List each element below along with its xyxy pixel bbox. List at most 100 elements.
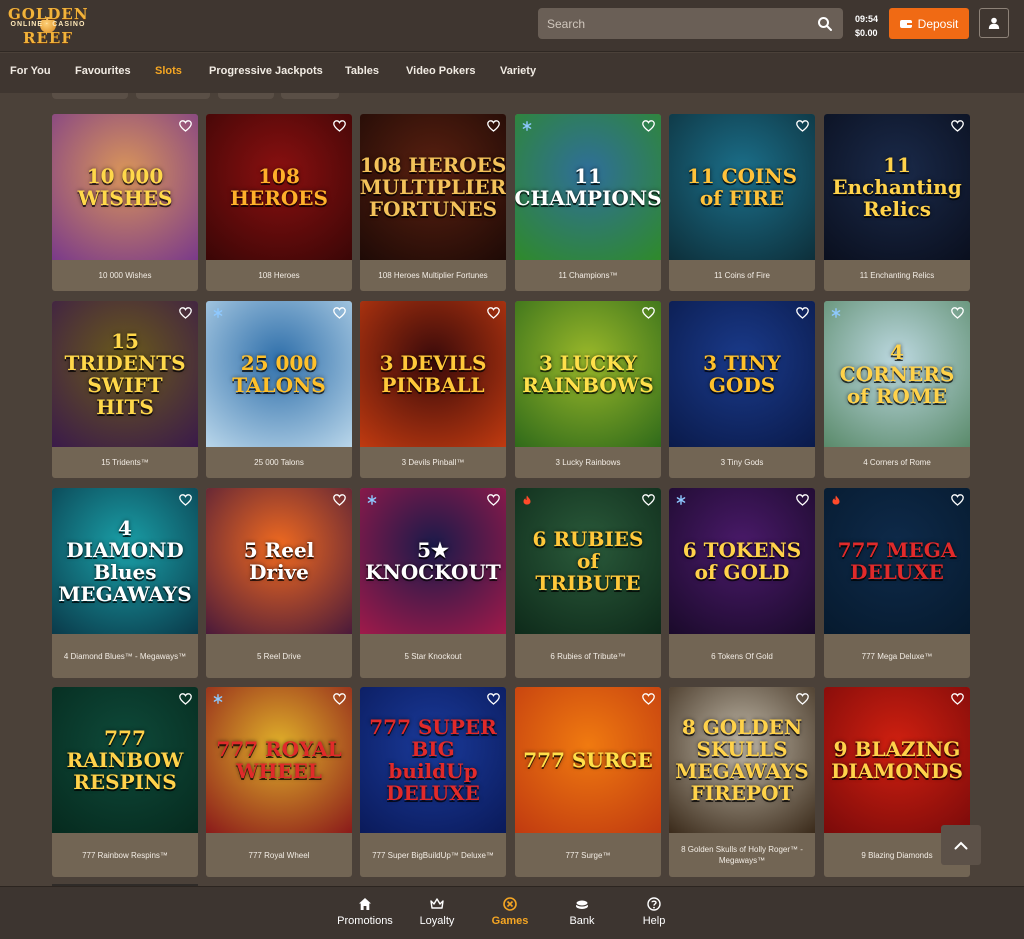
- favourite-heart-icon[interactable]: [642, 494, 655, 506]
- tab-tables[interactable]: Tables: [345, 65, 379, 77]
- favourite-heart-icon[interactable]: [951, 307, 964, 319]
- favourite-heart-icon[interactable]: [796, 693, 809, 705]
- game-thumbnail[interactable]: 3 TINY GODS: [669, 301, 815, 447]
- game-thumbnail[interactable]: 11 Enchanting Relics: [824, 114, 970, 260]
- game-card[interactable]: 5★ KNOCKOUT 5 Star Knockout: [360, 488, 506, 678]
- favourite-heart-icon[interactable]: [487, 693, 500, 705]
- game-card[interactable]: 777 MEGA DELUXE 777 Mega Deluxe™: [824, 488, 970, 678]
- game-thumbnail[interactable]: 777 ROYAL WHEEL: [206, 687, 352, 833]
- game-thumbnail[interactable]: 3 LUCKY RAINBOWS: [515, 301, 661, 447]
- game-thumbnail[interactable]: 4 CORNERS of ROME: [824, 301, 970, 447]
- search-icon[interactable]: [817, 16, 833, 32]
- game-card[interactable]: 777 SUPER BIG buildUp DELUXE 777 Super Bi…: [360, 687, 506, 877]
- logo-text-bottom: REEF: [23, 29, 73, 47]
- game-card[interactable]: 25 000 TALONS 25 000 Talons: [206, 301, 352, 478]
- favourite-heart-icon[interactable]: [796, 494, 809, 506]
- favourite-heart-icon[interactable]: [333, 693, 346, 705]
- favourite-heart-icon[interactable]: [951, 494, 964, 506]
- favourite-heart-icon[interactable]: [333, 307, 346, 319]
- game-card[interactable]: 3 LUCKY RAINBOWS 3 Lucky Rainbows: [515, 301, 661, 478]
- game-thumbnail[interactable]: 777 SURGE: [515, 687, 661, 833]
- favourite-heart-icon[interactable]: [796, 307, 809, 319]
- bottom-nav-help[interactable]: Help: [614, 897, 694, 927]
- tab-variety[interactable]: Variety: [500, 65, 536, 77]
- game-thumbnail[interactable]: 5 Reel Drive: [206, 488, 352, 634]
- game-artwork: 777 ROYAL WHEEL: [206, 687, 352, 833]
- game-thumbnail[interactable]: 10 000 WISHES: [52, 114, 198, 260]
- game-thumbnail[interactable]: 25 000 TALONS: [206, 301, 352, 447]
- filter-chip[interactable]: [281, 93, 339, 99]
- filter-chip[interactable]: [218, 93, 274, 99]
- game-thumbnail[interactable]: 777 SUPER BIG buildUp DELUXE: [360, 687, 506, 833]
- game-card[interactable]: 11 Enchanting Relics 11 Enchanting Relics: [824, 114, 970, 291]
- game-card[interactable]: 777 SURGE 777 Surge™: [515, 687, 661, 877]
- game-card[interactable]: 4 DIAMOND Blues MEGAWAYS 4 Diamond Blues™…: [52, 488, 198, 678]
- game-card[interactable]: 11 CHAMPIONS 11 Champions™: [515, 114, 661, 291]
- game-card[interactable]: 11 COINS of FIRE 11 Coins of Fire: [669, 114, 815, 291]
- game-thumbnail[interactable]: 777 RAINBOW RESPINS: [52, 687, 198, 833]
- game-thumbnail[interactable]: 11 CHAMPIONS: [515, 114, 661, 260]
- game-thumbnail[interactable]: 108 HEROES MULTIPLIER FORTUNES: [360, 114, 506, 260]
- game-thumbnail[interactable]: 777 MEGA DELUXE: [824, 488, 970, 634]
- tab-video-pokers[interactable]: Video Pokers: [406, 65, 476, 77]
- favourite-heart-icon[interactable]: [333, 494, 346, 506]
- favourite-heart-icon[interactable]: [951, 120, 964, 132]
- game-card[interactable]: 4 CORNERS of ROME 4 Corners of Rome: [824, 301, 970, 478]
- game-card[interactable]: 3 TINY GODS 3 Tiny Gods: [669, 301, 815, 478]
- favourite-heart-icon[interactable]: [179, 307, 192, 319]
- deposit-button[interactable]: Deposit: [889, 8, 969, 39]
- favourite-heart-icon[interactable]: [487, 120, 500, 132]
- snowflake-icon: [213, 308, 223, 318]
- game-thumbnail[interactable]: 5★ KNOCKOUT: [360, 488, 506, 634]
- favourite-heart-icon[interactable]: [642, 693, 655, 705]
- favourite-heart-icon[interactable]: [487, 494, 500, 506]
- game-card[interactable]: 777 RAINBOW RESPINS 777 Rainbow Respins™: [52, 687, 198, 877]
- favourite-heart-icon[interactable]: [179, 494, 192, 506]
- game-thumbnail[interactable]: 4 DIAMOND Blues MEGAWAYS: [52, 488, 198, 634]
- game-card[interactable]: 108 HEROES 108 Heroes: [206, 114, 352, 291]
- tab-progressive-jackpots[interactable]: Progressive Jackpots: [209, 65, 323, 77]
- game-card[interactable]: 6 TOKENS of GOLD 6 Tokens Of Gold: [669, 488, 815, 678]
- game-card[interactable]: 15 TRIDENTS SWIFT HITS 15 Tridents™: [52, 301, 198, 478]
- game-title: 11 Coins of Fire: [714, 271, 770, 280]
- game-thumbnail[interactable]: 11 COINS of FIRE: [669, 114, 815, 260]
- game-card[interactable]: 8 GOLDEN SKULLS MEGAWAYS FIREPOT 8 Golden…: [669, 687, 815, 877]
- game-card[interactable]: 6 RUBIES of TRIBUTE 6 Rubies of Tribute™: [515, 488, 661, 678]
- game-thumbnail[interactable]: 108 HEROES: [206, 114, 352, 260]
- game-card[interactable]: 108 HEROES MULTIPLIER FORTUNES 108 Heroes…: [360, 114, 506, 291]
- bottom-nav-loyalty[interactable]: Loyalty: [397, 897, 477, 927]
- tab-for-you[interactable]: For You: [10, 65, 51, 77]
- game-thumbnail[interactable]: 15 TRIDENTS SWIFT HITS: [52, 301, 198, 447]
- game-artwork-title: 10 000 WISHES: [77, 164, 173, 210]
- favourite-heart-icon[interactable]: [796, 120, 809, 132]
- bottom-nav-games[interactable]: Games: [470, 897, 550, 927]
- game-thumbnail[interactable]: 9 BLAZING DIAMONDS: [824, 687, 970, 833]
- filter-chip[interactable]: [52, 93, 128, 99]
- favourite-heart-icon[interactable]: [487, 307, 500, 319]
- game-thumbnail[interactable]: 3 DEVILS PINBALL: [360, 301, 506, 447]
- bottom-nav-promotions[interactable]: Promotions: [325, 897, 405, 927]
- search-input[interactable]: [538, 8, 808, 39]
- game-card[interactable]: 5 Reel Drive 5 Reel Drive: [206, 488, 352, 678]
- bottom-nav-bank[interactable]: Bank: [542, 897, 622, 927]
- favourite-heart-icon[interactable]: [642, 120, 655, 132]
- game-card[interactable]: 777 ROYAL WHEEL 777 Royal Wheel: [206, 687, 352, 877]
- filter-chip[interactable]: [136, 93, 210, 99]
- tab-slots[interactable]: Slots: [155, 65, 182, 77]
- game-title: 777 Royal Wheel: [248, 850, 310, 860]
- user-account-button[interactable]: [979, 8, 1009, 38]
- favourite-heart-icon[interactable]: [179, 120, 192, 132]
- favourite-heart-icon[interactable]: [333, 120, 346, 132]
- game-artwork: 11 Enchanting Relics: [824, 114, 970, 260]
- favourite-heart-icon[interactable]: [179, 693, 192, 705]
- favourite-heart-icon[interactable]: [951, 693, 964, 705]
- golden-reef-logo[interactable]: GOLDEN ONLINE · CASINO REEF: [8, 3, 88, 49]
- game-card[interactable]: 10 000 WISHES 10 000 Wishes: [52, 114, 198, 291]
- game-thumbnail[interactable]: 8 GOLDEN SKULLS MEGAWAYS FIREPOT: [669, 687, 815, 833]
- favourite-heart-icon[interactable]: [642, 307, 655, 319]
- game-thumbnail[interactable]: 6 RUBIES of TRIBUTE: [515, 488, 661, 634]
- game-card[interactable]: 3 DEVILS PINBALL 3 Devils Pinball™: [360, 301, 506, 478]
- game-thumbnail[interactable]: 6 TOKENS of GOLD: [669, 488, 815, 634]
- tab-favourites[interactable]: Favourites: [75, 65, 131, 77]
- scroll-top-button[interactable]: [941, 825, 981, 865]
